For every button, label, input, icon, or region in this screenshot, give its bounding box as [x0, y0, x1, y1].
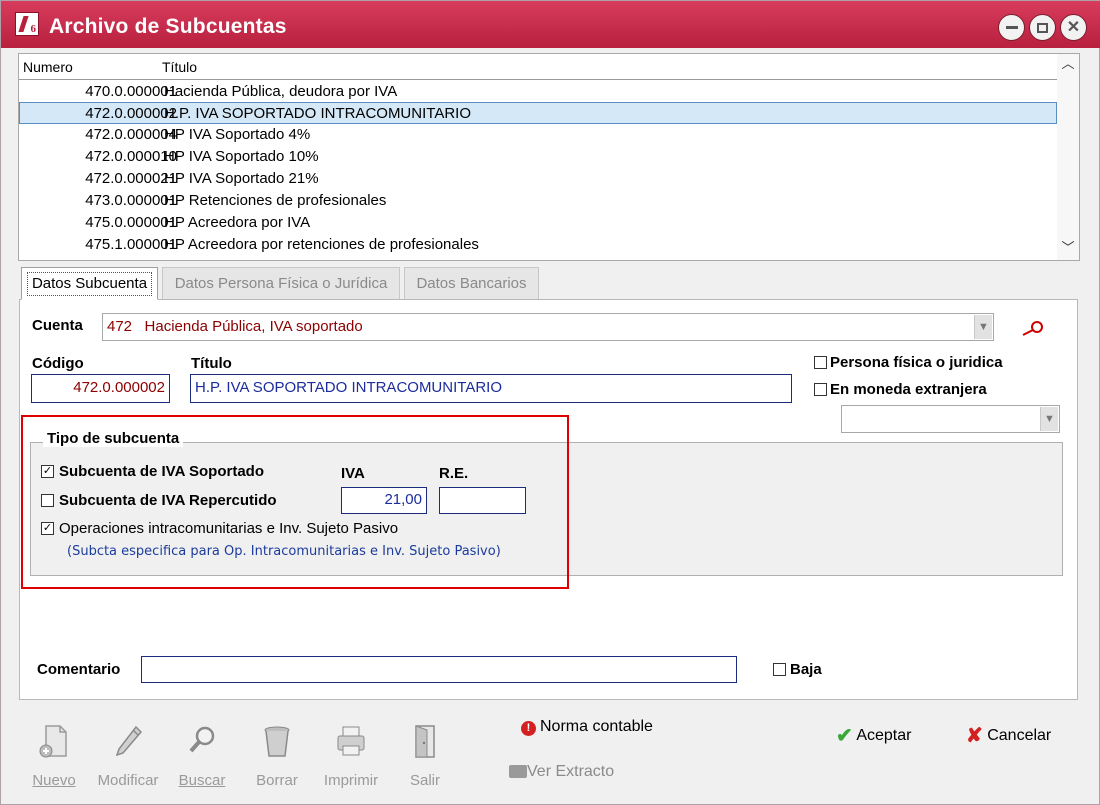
list-row[interactable]: 473.0.000001 HP Retenciones de profesion…	[19, 190, 1057, 212]
list-row[interactable]: 475.0.000001 HP Acreedora por IVA	[19, 212, 1057, 234]
tab-datos-subcuenta[interactable]: Datos Subcuenta	[21, 267, 158, 300]
nuevo-label: Nuevo	[32, 772, 76, 789]
minimize-icon	[1005, 26, 1018, 30]
aceptar-label: Aceptar	[856, 727, 912, 744]
salir-label: Salir	[409, 772, 440, 789]
cancelar-button[interactable]: ✘ Cancelar	[966, 723, 1051, 748]
list-row[interactable]: 472.0.000010 HP IVA Soportado 10%	[19, 146, 1057, 168]
window-title: Archivo de Subcuentas	[49, 15, 287, 38]
column-header-numero[interactable]: Numero	[23, 59, 73, 75]
cuenta-select[interactable]: 472 Hacienda Pública, IVA soportado ▼	[102, 313, 994, 341]
comentario-label: Comentario	[37, 661, 121, 678]
cross-icon: ✘	[966, 725, 983, 747]
row-titulo: HP Retenciones de profesionales	[164, 192, 387, 209]
titulo-field[interactable]: H.P. IVA SOPORTADO INTRACOMUNITARIO	[190, 374, 792, 403]
checkmark-icon: ✔	[836, 725, 853, 747]
subcuentas-window: Archivo de Subcuentas ✕ Numero Título 47…	[0, 0, 1100, 805]
persona-fisica-label: Persona física o juridica	[830, 354, 1003, 371]
new-document-icon	[38, 723, 70, 759]
row-titulo: HP IVA Soportado 10%	[164, 148, 319, 165]
imprimir-label: Imprimir	[323, 772, 379, 789]
baja-label: Baja	[790, 661, 822, 678]
close-icon: ✕	[1066, 19, 1081, 36]
title-bar: Archivo de Subcuentas ✕	[1, 1, 1100, 48]
row-titulo: HP IVA Soportado 4%	[164, 126, 311, 143]
ver-extracto-label: Ver Extracto	[527, 763, 615, 780]
maximize-button[interactable]	[1029, 14, 1056, 41]
persona-fisica-checkbox[interactable]	[814, 356, 827, 369]
modificar-label: Modificar	[97, 772, 159, 789]
app-logo-icon	[15, 12, 39, 36]
row-titulo: H.P. IVA SOPORTADO INTRACOMUNITARIO	[164, 105, 471, 122]
highlight-box	[21, 415, 569, 589]
buscar-button[interactable]: Buscar	[167, 719, 237, 795]
tab-datos-persona[interactable]: Datos Persona Física o Jurídica	[162, 267, 400, 300]
info-icon: !	[521, 721, 536, 736]
chevron-down-icon[interactable]: ▼	[1040, 407, 1058, 431]
moneda-select[interactable]: ▼	[841, 405, 1060, 433]
tab-label: Datos Persona Física o Jurídica	[174, 275, 388, 292]
maximize-icon	[1037, 22, 1048, 33]
close-button[interactable]: ✕	[1060, 14, 1087, 41]
list-row[interactable]: 475.1.000001 HP Acreedora por retencione…	[19, 234, 1057, 256]
titulo-label: Título	[191, 355, 232, 372]
search-account-icon[interactable]	[1019, 317, 1047, 339]
codigo-label: Código	[32, 355, 84, 372]
magnifier-icon	[186, 723, 218, 759]
nuevo-button[interactable]: Nuevo	[19, 719, 89, 795]
cuenta-value: 472 Hacienda Pública, IVA soportado	[107, 318, 363, 335]
extract-icon	[509, 765, 527, 779]
codigo-field[interactable]: 472.0.000002	[31, 374, 170, 403]
tab-label: Datos Subcuenta	[26, 272, 153, 296]
row-titulo: HP Acreedora por IVA	[164, 214, 311, 231]
imprimir-button[interactable]: Imprimir	[316, 719, 386, 795]
scroll-down-icon[interactable]: ﹀	[1060, 240, 1076, 256]
door-exit-icon	[409, 723, 441, 759]
baja-checkbox[interactable]	[773, 663, 786, 676]
buscar-label: Buscar	[178, 772, 226, 789]
moneda-extranjera-checkbox[interactable]	[814, 383, 827, 396]
scroll-up-icon[interactable]: ︿	[1060, 56, 1076, 72]
salir-button[interactable]: Salir	[390, 719, 460, 795]
row-titulo: HP Acreedora por retenciones de profesio…	[164, 236, 479, 253]
trash-icon	[261, 723, 293, 759]
list-row[interactable]: 472.0.000021 HP IVA Soportado 21%	[19, 168, 1057, 190]
tab-label: Datos Bancarios	[416, 275, 527, 292]
norma-contable-link[interactable]: ! Norma contable	[521, 718, 653, 736]
list-row[interactable]: 470.0.000001 Hacienda Pública, deudora p…	[19, 81, 1057, 103]
row-titulo: Hacienda Pública, deudora por IVA	[164, 83, 398, 100]
list-scrollbar[interactable]: ︿ ﹀	[1057, 54, 1079, 260]
borrar-button[interactable]: Borrar	[242, 719, 312, 795]
norma-contable-label: Norma contable	[540, 718, 653, 735]
chevron-down-icon[interactable]: ▼	[974, 315, 992, 339]
list-header: Numero Título	[19, 54, 1057, 80]
list-row-selected[interactable]: 472.0.000002 H.P. IVA SOPORTADO INTRACOM…	[19, 102, 1057, 124]
comentario-field[interactable]	[141, 656, 737, 683]
printer-icon	[335, 723, 367, 759]
ver-extracto-button[interactable]: Ver Extracto	[509, 763, 614, 781]
borrar-label: Borrar	[256, 772, 298, 789]
row-titulo: HP IVA Soportado 21%	[164, 170, 319, 187]
tab-datos-bancarios[interactable]: Datos Bancarios	[404, 267, 539, 300]
subaccount-list[interactable]: Numero Título 470.0.000001 Hacienda Públ…	[18, 53, 1080, 261]
aceptar-button[interactable]: ✔ Aceptar	[836, 723, 911, 748]
moneda-extranjera-label: En moneda extranjera	[830, 381, 987, 398]
column-header-titulo[interactable]: Título	[162, 59, 197, 75]
modificar-button[interactable]: Modificar	[93, 719, 163, 795]
list-row[interactable]: 472.0.000004 HP IVA Soportado 4%	[19, 124, 1057, 146]
cancelar-label: Cancelar	[987, 727, 1052, 744]
cuenta-label: Cuenta	[32, 317, 83, 334]
minimize-button[interactable]	[998, 14, 1025, 41]
pencil-icon	[112, 723, 144, 759]
